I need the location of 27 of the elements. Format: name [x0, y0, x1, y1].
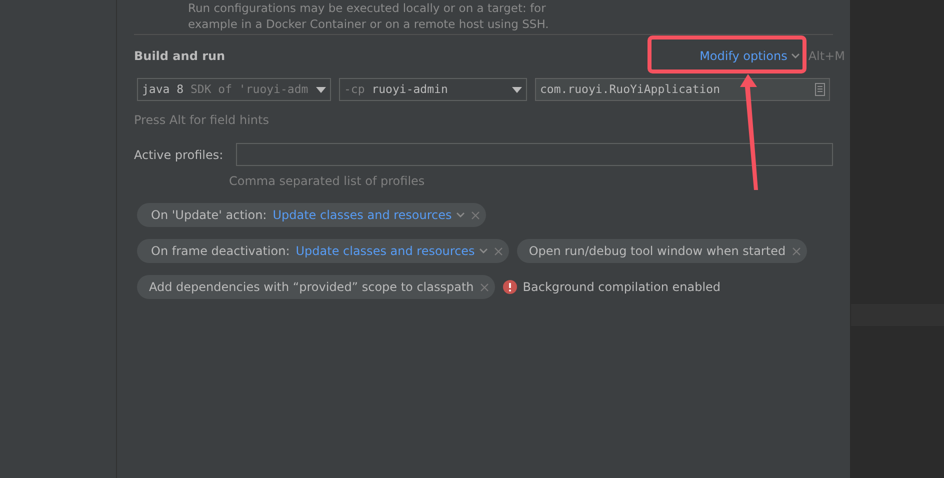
- profiles-input[interactable]: [236, 143, 833, 166]
- main-class-field[interactable]: com.ruoyi.RuoYiApplication: [535, 78, 830, 101]
- classpath-dropdown[interactable]: -cp ruoyi-admin: [339, 78, 527, 101]
- option-chip[interactable]: On frame deactivation: Update classes and resources: [137, 239, 509, 263]
- close-icon[interactable]: [792, 246, 801, 256]
- dropdown-arrow-icon: [512, 86, 522, 92]
- option-chip[interactable]: On 'Update' action: Update classes and resources: [137, 203, 486, 227]
- warning-text: Background compilation enabled: [522, 279, 721, 296]
- section-title: Build and run: [134, 48, 226, 65]
- option-chip[interactable]: Open run/debug tool window when started: [516, 239, 807, 263]
- caret-icon: [791, 53, 800, 59]
- description-text: Run configurations may be executed locally or on a target: for example in a Docker Container or on a remote host using SSH.: [188, 0, 550, 32]
- error-icon: [502, 280, 517, 294]
- document-icon[interactable]: [815, 83, 825, 96]
- modify-options-link[interactable]: Modify options: [700, 47, 800, 65]
- option-chip[interactable]: Add dependencies with “provided” scope to classpath: [137, 275, 495, 299]
- caret-icon: [456, 212, 465, 218]
- jre-dropdown[interactable]: java 8 SDK of 'ruoyi-adm: [137, 78, 331, 101]
- close-icon[interactable]: [494, 246, 503, 256]
- hint-text: Press Alt for field hints: [134, 112, 270, 129]
- caret-icon: [478, 248, 488, 254]
- close-icon[interactable]: [480, 282, 489, 292]
- shortcut-text: Alt+M: [808, 48, 845, 65]
- hint-text: Comma separated list of profiles: [229, 173, 426, 190]
- close-icon[interactable]: [470, 210, 480, 220]
- dropdown-arrow-icon: [316, 86, 326, 92]
- field-label: Active profiles:: [134, 146, 224, 164]
